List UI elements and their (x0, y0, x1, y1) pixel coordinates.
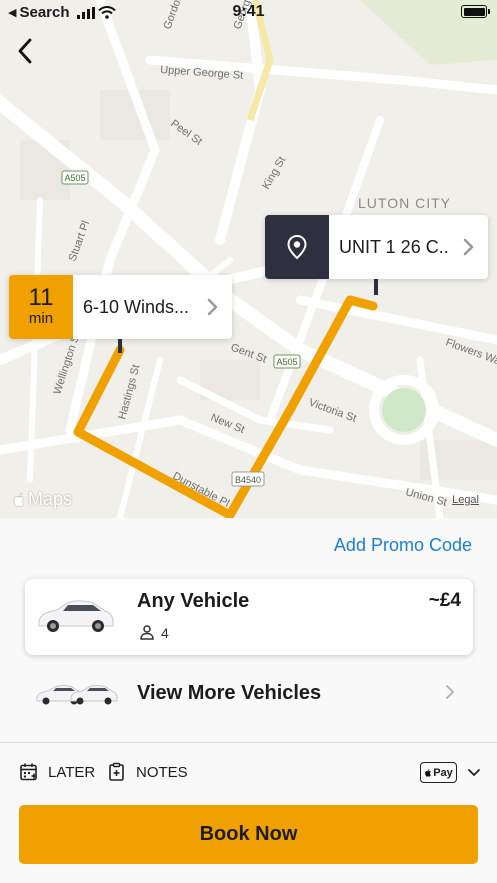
view-more-vehicles-row[interactable]: View More Vehicles (25, 668, 473, 720)
add-promo-code-link[interactable]: Add Promo Code (334, 535, 472, 556)
dropoff-pin-badge (265, 215, 329, 279)
pickup-eta-badge: 11 min (9, 275, 73, 339)
notes-add-icon (109, 762, 124, 781)
eta-unit: min (28, 310, 54, 327)
chevron-right-icon (207, 298, 218, 316)
pickup-address: 6-10 Winds... (83, 296, 190, 317)
dropoff-chevron (448, 215, 488, 279)
apple-logo-icon (425, 768, 432, 777)
selected-vehicle-card[interactable]: Any Vehicle ~£4 4 (25, 579, 473, 655)
multiple-cars-icon (36, 685, 118, 705)
dropoff-callout[interactable]: UNIT 1 26 C... (265, 215, 488, 279)
svg-text:LUTON CITY: LUTON CITY (358, 195, 451, 211)
dropoff-address: UNIT 1 26 C... (339, 236, 448, 257)
route-map[interactable]: A505 A505 B4540 Upper George St Peel St … (0, 0, 497, 518)
eta-value: 11 (28, 284, 54, 311)
battery-icon (461, 5, 490, 18)
svg-text:A505: A505 (276, 357, 297, 367)
payment-method-selector[interactable]: Pay (420, 762, 481, 783)
pickup-callout[interactable]: 11 min 6-10 Winds... (9, 275, 232, 339)
pickup-chevron (192, 275, 232, 339)
clock: 9:41 (232, 3, 265, 20)
vehicle-price: ~£4 (428, 590, 461, 611)
legal-link[interactable]: Legal (452, 494, 479, 506)
chevron-down-icon (468, 769, 480, 776)
person-icon (140, 625, 154, 640)
maps-label: Maps (28, 489, 73, 509)
car-image (38, 600, 114, 632)
schedule-later-button[interactable]: LATER (19, 762, 95, 782)
apple-pay-icon: Pay (420, 762, 457, 783)
vehicle-name: Any Vehicle (137, 590, 250, 612)
svg-text:B4540: B4540 (235, 475, 261, 485)
chevron-left-icon (18, 38, 32, 64)
notes-label: NOTES (136, 763, 188, 781)
pickup-pin-stem (118, 337, 122, 353)
calendar-add-icon (20, 763, 37, 781)
later-label: LATER (48, 763, 96, 781)
passenger-count: 4 (161, 625, 169, 641)
apple-logo-icon (13, 492, 25, 507)
dropoff-pin-stem (374, 277, 378, 295)
chevron-right-icon (463, 238, 474, 256)
divider (0, 742, 497, 743)
apple-maps-attribution: Maps (12, 489, 72, 510)
booking-options-row: LATER NOTES Pay (0, 750, 497, 796)
notes-button[interactable]: NOTES (107, 762, 188, 782)
payment-method-label: Pay (433, 766, 453, 779)
view-more-vehicles-label: View More Vehicles (137, 682, 322, 704)
book-now-button[interactable]: Book Now (19, 805, 478, 864)
location-pin-icon (287, 234, 307, 260)
svg-text:A505: A505 (64, 173, 85, 183)
back-button[interactable] (10, 34, 40, 68)
chevron-right-icon (446, 685, 454, 699)
status-bar: ◀ Search 9:41 (0, 0, 497, 26)
booking-sheet: Add Promo Code Any Vehicle ~£4 4 View Mo… (0, 518, 497, 883)
